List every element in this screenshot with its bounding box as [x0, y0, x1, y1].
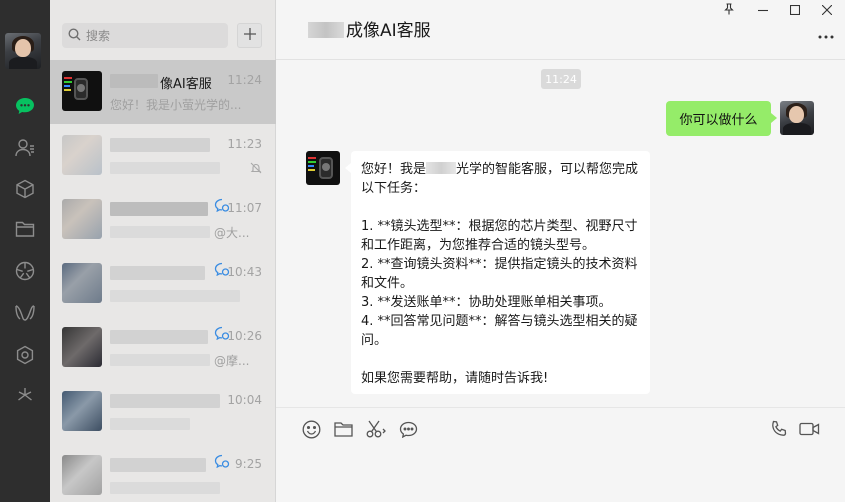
redacted-preview: [110, 354, 210, 366]
reply-item-2: 2. **查询镜头资料**：提供指定镜头的技术资料和文件。: [361, 257, 638, 291]
redacted-preview: [110, 290, 240, 302]
user-avatar[interactable]: [5, 33, 41, 69]
reply-intro: 您好！我是 光学的智能客服，可以帮您完成以下任务：: [361, 162, 639, 196]
search-feature-nav-icon[interactable]: [0, 340, 50, 370]
chat-preview: @大...: [214, 226, 250, 240]
group-avatar: [62, 135, 102, 175]
files-nav-icon[interactable]: [0, 214, 50, 244]
maximize-button[interactable]: [779, 0, 811, 22]
nav-rail: [0, 0, 50, 502]
conversation-title: 成像AI客服: [308, 16, 431, 41]
mini-programs-nav-icon[interactable]: [0, 381, 50, 411]
redacted-company: [426, 162, 457, 174]
chat-list-item[interactable]: 9:25: [50, 444, 276, 502]
contacts-nav-icon[interactable]: [0, 133, 50, 163]
search-box[interactable]: [62, 23, 228, 48]
emoji-icon: [302, 420, 321, 443]
add-button[interactable]: [237, 23, 262, 48]
phone-icon: [770, 420, 788, 442]
chat-list-panel: 像AI客服 11:24 您好！我是小萤光学的... 11:23 11:07 @大…: [50, 0, 276, 502]
chat-preview: 您好！我是小萤光学的...: [110, 98, 242, 112]
scissors-icon: [366, 420, 386, 442]
chat-list-item[interactable]: 11:07 @大...: [50, 188, 276, 252]
redacted-name: [110, 330, 208, 344]
video-call-button[interactable]: [797, 421, 821, 441]
more-options-button[interactable]: [818, 28, 834, 43]
chat-time: 10:04: [227, 393, 262, 407]
close-button[interactable]: [811, 0, 843, 22]
reply-item-4: 4. **回答常见问题**：解答与镜头选型相关的疑问。: [361, 314, 638, 348]
screenshot-button[interactable]: [365, 420, 387, 442]
chat-time: 11:07: [227, 201, 262, 215]
voice-call-button[interactable]: [768, 420, 790, 442]
chat-time: 10:43: [227, 265, 262, 279]
pin-icon: [724, 3, 734, 19]
outgoing-message-bubble[interactable]: 你可以做什么: [666, 101, 777, 136]
search-input[interactable]: [86, 23, 221, 48]
chat-list-item[interactable]: 10:04: [50, 380, 276, 444]
video-camera-icon: [798, 422, 820, 440]
chat-name: 像AI客服: [160, 77, 212, 92]
plus-icon: [243, 27, 256, 44]
chat-time: 11:23: [227, 137, 262, 151]
chat-preview: @摩...: [214, 354, 250, 368]
chat-list-item[interactable]: 10:43: [50, 252, 276, 316]
group-avatar: [62, 455, 102, 495]
chat-list-item[interactable]: 11:23: [50, 124, 276, 188]
group-avatar: [62, 199, 102, 239]
bot-chat-avatar: [62, 71, 102, 111]
chat-time: 10:26: [227, 329, 262, 343]
chat-list-item[interactable]: 像AI客服 11:24 您好！我是小萤光学的...: [50, 60, 276, 124]
redacted-title-part: [308, 22, 344, 38]
emoji-button[interactable]: [300, 420, 322, 443]
chat-time: 9:25: [235, 457, 262, 471]
group-avatar: [62, 391, 102, 431]
chat-list-item[interactable]: 10:26 @摩...: [50, 316, 276, 380]
reply-item-3: 3. **发送账单**：协助处理账单相关事项。: [361, 295, 612, 310]
chats-nav-icon[interactable]: [0, 91, 50, 121]
redacted-name: [110, 74, 158, 88]
redacted-name: [110, 394, 220, 408]
minimize-button[interactable]: [747, 0, 779, 22]
chat-history-button[interactable]: [397, 421, 419, 441]
collections-nav-icon[interactable]: [0, 174, 50, 204]
folder-icon: [333, 421, 353, 441]
reply-closing: 如果您需要帮助，请随时告诉我!: [361, 371, 549, 386]
redacted-preview: [110, 162, 220, 174]
more-dots-icon: [818, 28, 834, 43]
redacted-name: [110, 202, 208, 216]
chat-time: 11:24: [227, 73, 262, 87]
minimize-icon: [758, 4, 768, 19]
redacted-preview: [110, 226, 210, 238]
message-timestamp: 11:24: [541, 69, 581, 89]
close-icon: [821, 4, 833, 19]
group-avatar: [62, 327, 102, 367]
conversation-title-text: 成像AI客服: [346, 21, 431, 41]
incoming-message-bubble[interactable]: 您好！我是 光学的智能客服，可以帮您完成以下任务： 1. **镜头选型**：根据您…: [345, 151, 650, 394]
bot-avatar[interactable]: [306, 151, 340, 185]
send-file-button[interactable]: [332, 421, 354, 441]
redacted-preview: [110, 482, 220, 494]
moments-nav-icon[interactable]: [0, 256, 50, 286]
redacted-name: [110, 458, 206, 472]
chat-header: 成像AI客服: [276, 0, 845, 60]
chat-bubble-icon: [399, 421, 418, 442]
message-input-area[interactable]: [276, 407, 845, 502]
search-icon: [68, 28, 81, 45]
my-avatar[interactable]: [780, 101, 814, 135]
maximize-icon: [789, 4, 801, 19]
mute-bell-icon: [250, 162, 262, 178]
redacted-name: [110, 138, 210, 152]
group-avatar: [62, 263, 102, 303]
redacted-name: [110, 266, 205, 280]
reply-item-1: 1. **镜头选型**：根据您的芯片类型、视野尺寸和工作距离，为您推荐合适的镜头…: [361, 219, 638, 253]
pin-window-button[interactable]: [713, 0, 745, 22]
mention-chat-icon: [214, 454, 230, 472]
channels-nav-icon[interactable]: [0, 298, 50, 328]
chat-window: 成像AI客服 11:24 你可以做什么 您好！我是 光学的智能客服，可以帮您完成以…: [276, 0, 845, 502]
redacted-preview: [110, 418, 190, 430]
